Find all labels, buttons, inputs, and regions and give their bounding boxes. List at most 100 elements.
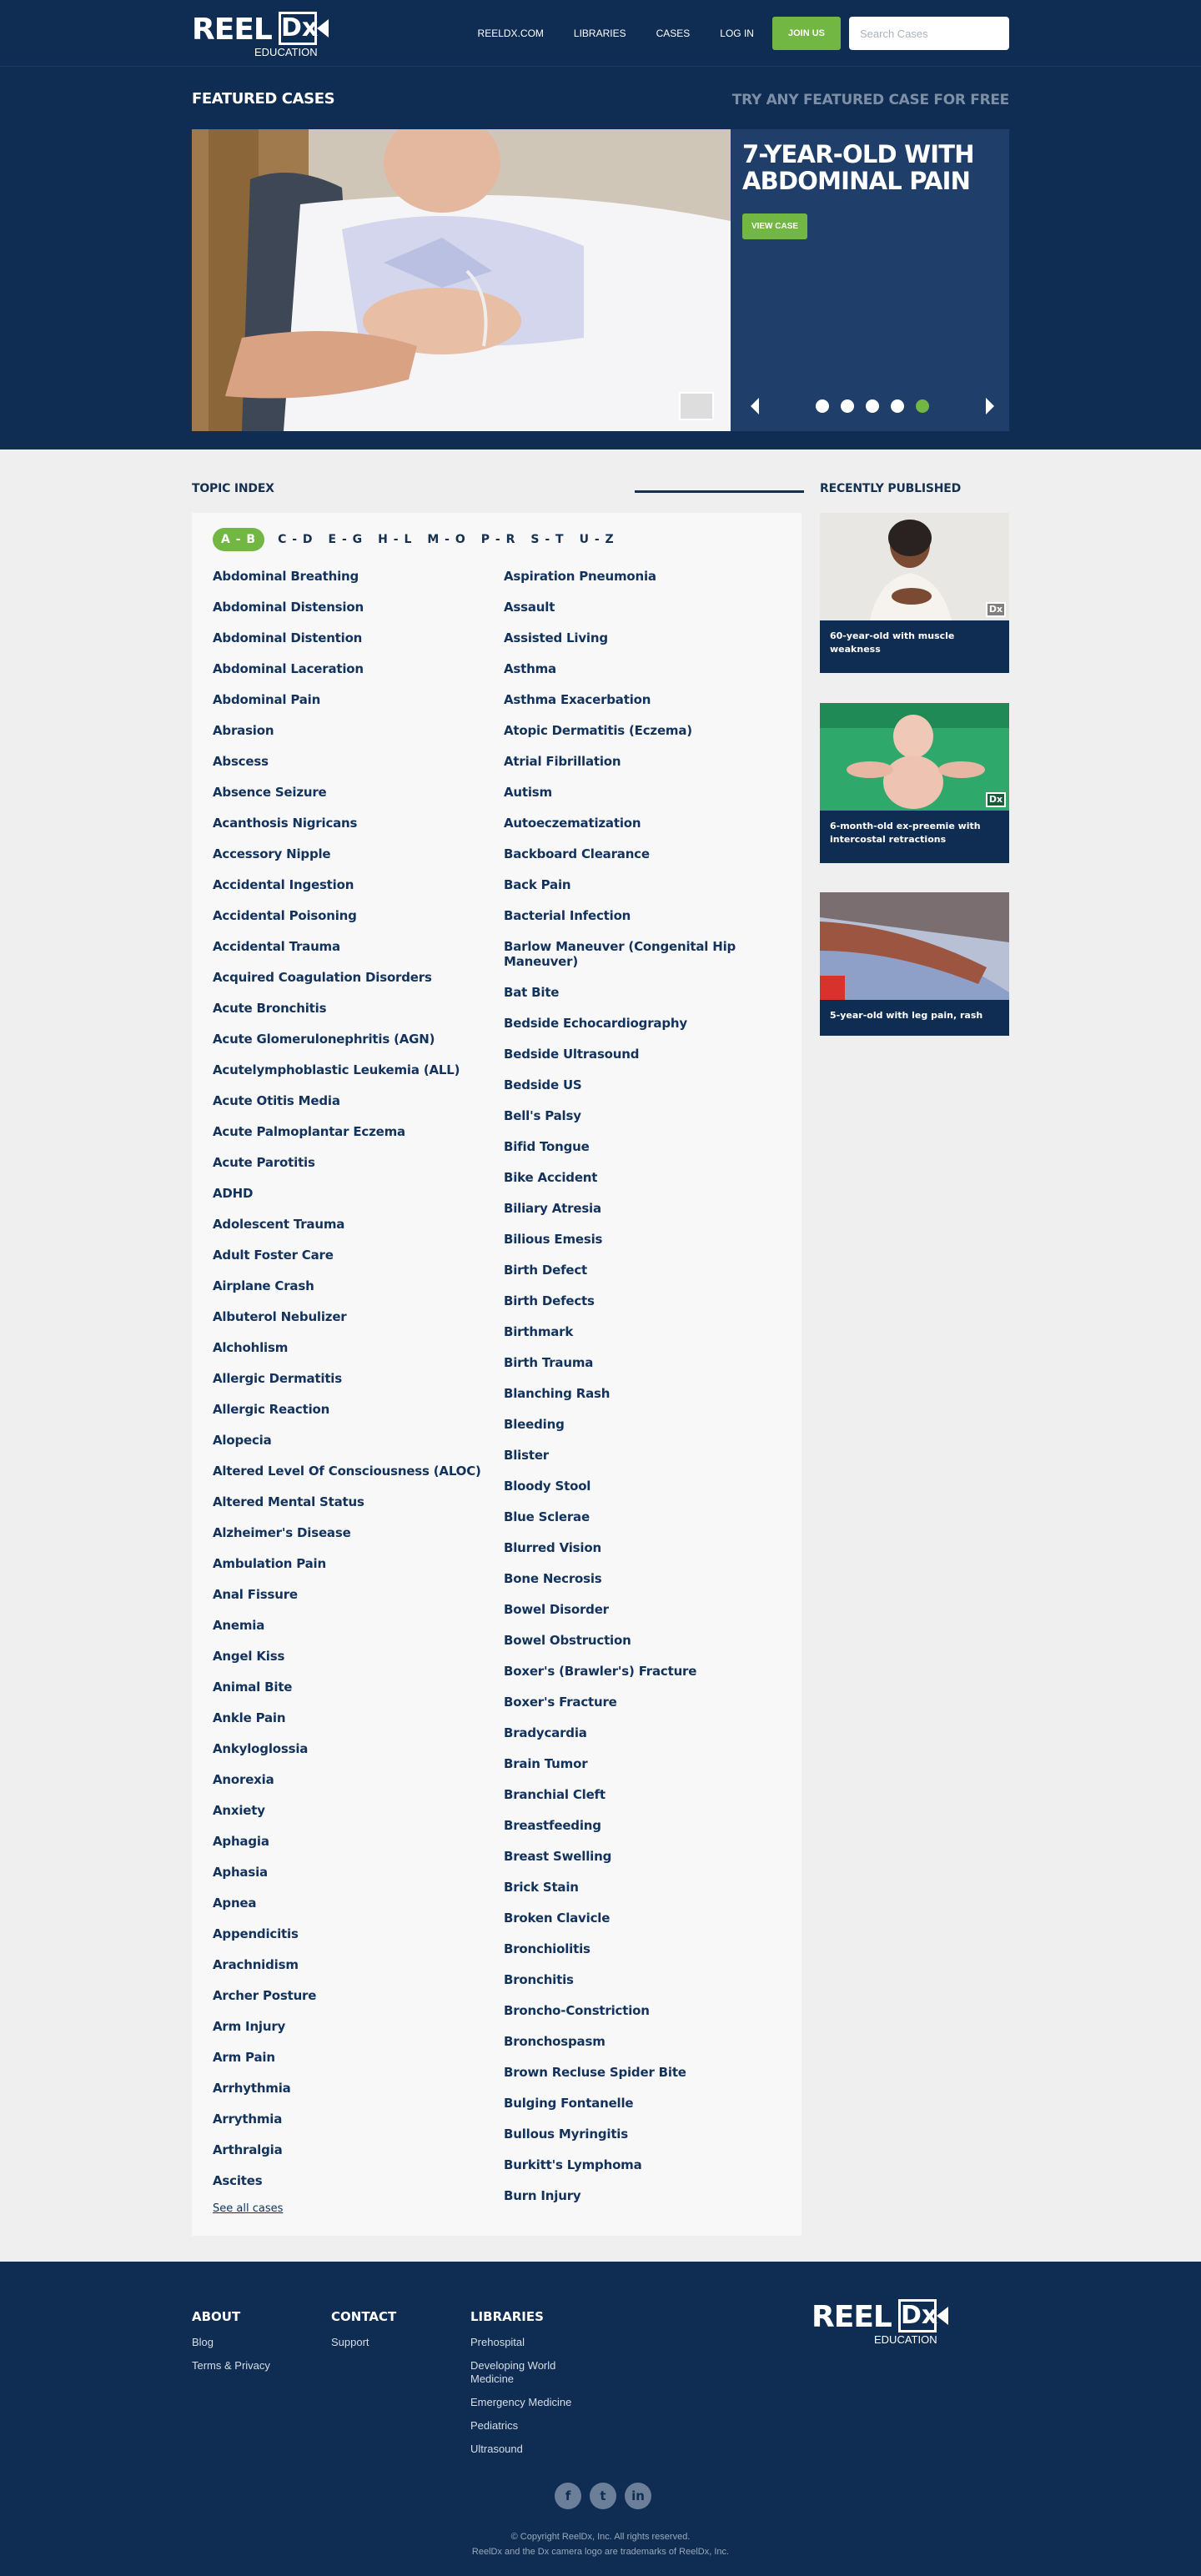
topic-link[interactable]: Bulging Fontanelle <box>504 2095 779 2111</box>
topic-link[interactable]: Bleeding <box>504 1416 779 1432</box>
recent-case-card[interactable]: Dx 60-year-old with muscle weakness <box>820 513 1009 673</box>
footer-link-support[interactable]: Support <box>331 2336 396 2349</box>
topic-link[interactable]: Arm Pain <box>213 2049 488 2065</box>
topic-link[interactable]: Assisted Living <box>504 630 779 645</box>
topic-link[interactable]: Arthralgia <box>213 2142 488 2157</box>
topic-link[interactable]: Boxer's (Brawler's) Fracture <box>504 1663 779 1679</box>
nav-cases[interactable]: CASES <box>656 17 691 50</box>
topic-link[interactable]: Anorexia <box>213 1771 488 1787</box>
topic-link[interactable]: Aspiration Pneumonia <box>504 568 779 584</box>
topic-link[interactable]: Back Pain <box>504 876 779 892</box>
topic-link[interactable]: Blurred Vision <box>504 1539 779 1555</box>
topic-link[interactable]: Animal Bite <box>213 1679 488 1695</box>
topic-link[interactable]: Asthma <box>504 660 779 676</box>
prev-arrow-icon[interactable] <box>751 398 759 414</box>
topic-link[interactable]: Ankyloglossia <box>213 1740 488 1756</box>
footer-link-emergency[interactable]: Emergency Medicine <box>470 2396 587 2409</box>
topic-link[interactable]: Boxer's Fracture <box>504 1694 779 1710</box>
topic-link[interactable]: Allergic Reaction <box>213 1401 488 1417</box>
twitter-icon[interactable]: t <box>590 2483 616 2509</box>
topic-link[interactable]: Allergic Dermatitis <box>213 1370 488 1386</box>
topic-link[interactable]: Alopecia <box>213 1432 488 1448</box>
topic-link[interactable]: Airplane Crash <box>213 1278 488 1293</box>
topic-link[interactable]: Bronchiolitis <box>504 1941 779 1956</box>
topic-link[interactable]: Brain Tumor <box>504 1755 779 1771</box>
topic-link[interactable]: Aphagia <box>213 1833 488 1849</box>
topic-link[interactable]: Apnea <box>213 1895 488 1911</box>
topic-link[interactable]: Abdominal Laceration <box>213 660 488 676</box>
topic-link[interactable]: Acute Bronchitis <box>213 1000 488 1016</box>
topic-link[interactable]: Arm Injury <box>213 2018 488 2034</box>
tab-s-t[interactable]: S - T <box>530 528 564 551</box>
topic-link[interactable]: Brown Recluse Spider Bite <box>504 2064 779 2080</box>
topic-link[interactable]: Backboard Clearance <box>504 846 779 861</box>
topic-link[interactable]: Abrasion <box>213 722 488 738</box>
see-all-cases-link[interactable]: See all cases <box>213 2202 283 2216</box>
topic-link[interactable]: Accidental Ingestion <box>213 876 488 892</box>
topic-link[interactable]: Bacterial Infection <box>504 907 779 923</box>
tab-h-l[interactable]: H - L <box>378 528 412 551</box>
topic-link[interactable]: Branchial Cleft <box>504 1786 779 1802</box>
topic-link[interactable]: Arachnidism <box>213 1956 488 1972</box>
topic-link[interactable]: Aphasia <box>213 1864 488 1880</box>
topic-link[interactable]: Atrial Fibrillation <box>504 753 779 769</box>
topic-link[interactable]: Acute Parotitis <box>213 1154 488 1170</box>
topic-link[interactable]: Burkitt's Lymphoma <box>504 2157 779 2172</box>
reeldx-logo[interactable]: REEL Dx EDUCATION <box>192 12 329 58</box>
topic-link[interactable]: Biliary Atresia <box>504 1200 779 1216</box>
footer-link-ultrasound[interactable]: Ultrasound <box>470 2443 587 2456</box>
topic-link[interactable]: Acute Palmoplantar Eczema <box>213 1123 488 1139</box>
topic-link[interactable]: Accidental Trauma <box>213 938 488 954</box>
topic-link[interactable]: Barlow Maneuver (Congenital Hip Maneuver… <box>504 938 779 969</box>
topic-link[interactable]: Bilious Emesis <box>504 1231 779 1247</box>
topic-link[interactable]: Anal Fissure <box>213 1586 488 1602</box>
topic-link[interactable]: Acanthosis Nigricans <box>213 815 488 831</box>
tab-m-o[interactable]: M - O <box>427 528 465 551</box>
topic-link[interactable]: Bedside US <box>504 1077 779 1092</box>
topic-link[interactable]: Abdominal Pain <box>213 691 488 707</box>
topic-link[interactable]: Asthma Exacerbation <box>504 691 779 707</box>
topic-link[interactable]: Anxiety <box>213 1802 488 1818</box>
topic-link[interactable]: Altered Mental Status <box>213 1494 488 1509</box>
topic-link[interactable]: Accidental Poisoning <box>213 907 488 923</box>
slider-dot[interactable] <box>841 399 854 413</box>
topic-link[interactable]: Ambulation Pain <box>213 1555 488 1571</box>
topic-link[interactable]: Bronchitis <box>504 1971 779 1987</box>
topic-link[interactable]: Accessory Nipple <box>213 846 488 861</box>
topic-link[interactable]: Bifid Tongue <box>504 1138 779 1154</box>
topic-link[interactable]: Birth Trauma <box>504 1354 779 1370</box>
topic-link[interactable]: Bedside Echocardiography <box>504 1015 779 1031</box>
topic-link[interactable]: Bradycardia <box>504 1725 779 1740</box>
footer-link-terms[interactable]: Terms & Privacy <box>192 2359 270 2373</box>
topic-link[interactable]: Archer Posture <box>213 1987 488 2003</box>
topic-link[interactable]: Acute Glomerulonephritis (AGN) <box>213 1031 488 1047</box>
topic-link[interactable]: Birthmark <box>504 1323 779 1339</box>
tab-u-z[interactable]: U - Z <box>580 528 615 551</box>
topic-link[interactable]: Bell's Palsy <box>504 1107 779 1123</box>
featured-case-image[interactable] <box>192 129 731 431</box>
topic-link[interactable]: Acute Otitis Media <box>213 1092 488 1108</box>
topic-link[interactable]: Altered Level Of Consciousness (ALOC) <box>213 1463 488 1479</box>
topic-link[interactable]: Ascites <box>213 2172 488 2188</box>
topic-link[interactable]: Bedside Ultrasound <box>504 1046 779 1062</box>
topic-link[interactable]: Acutelymphoblastic Leukemia (ALL) <box>213 1062 488 1077</box>
nav-libraries[interactable]: LIBRARIES <box>574 17 626 50</box>
topic-link[interactable]: Adolescent Trauma <box>213 1216 488 1232</box>
footer-link-developing-world[interactable]: Developing World Medicine <box>470 2359 587 2386</box>
linkedin-icon[interactable]: in <box>625 2483 651 2509</box>
topic-link[interactable]: Assault <box>504 599 779 615</box>
join-button[interactable]: JOIN US <box>771 17 841 50</box>
topic-link[interactable]: Abdominal Distension <box>213 599 488 615</box>
tab-p-r[interactable]: P - R <box>481 528 516 551</box>
topic-link[interactable]: Breast Swelling <box>504 1848 779 1864</box>
tab-c-d[interactable]: C - D <box>278 528 313 551</box>
topic-link[interactable]: Birth Defect <box>504 1262 779 1278</box>
topic-link[interactable]: Bloody Stool <box>504 1478 779 1494</box>
footer-logo[interactable]: REEL Dx EDUCATION <box>812 2299 948 2346</box>
topic-link[interactable]: Absence Seizure <box>213 784 488 800</box>
topic-link[interactable]: Bowel Disorder <box>504 1601 779 1617</box>
topic-link[interactable]: Broncho-Constriction <box>504 2002 779 2018</box>
tab-a-b[interactable]: A - B <box>213 528 265 551</box>
footer-link-prehospital[interactable]: Prehospital <box>470 2336 587 2349</box>
nav-reeldx[interactable]: REELDX.COM <box>478 17 544 50</box>
